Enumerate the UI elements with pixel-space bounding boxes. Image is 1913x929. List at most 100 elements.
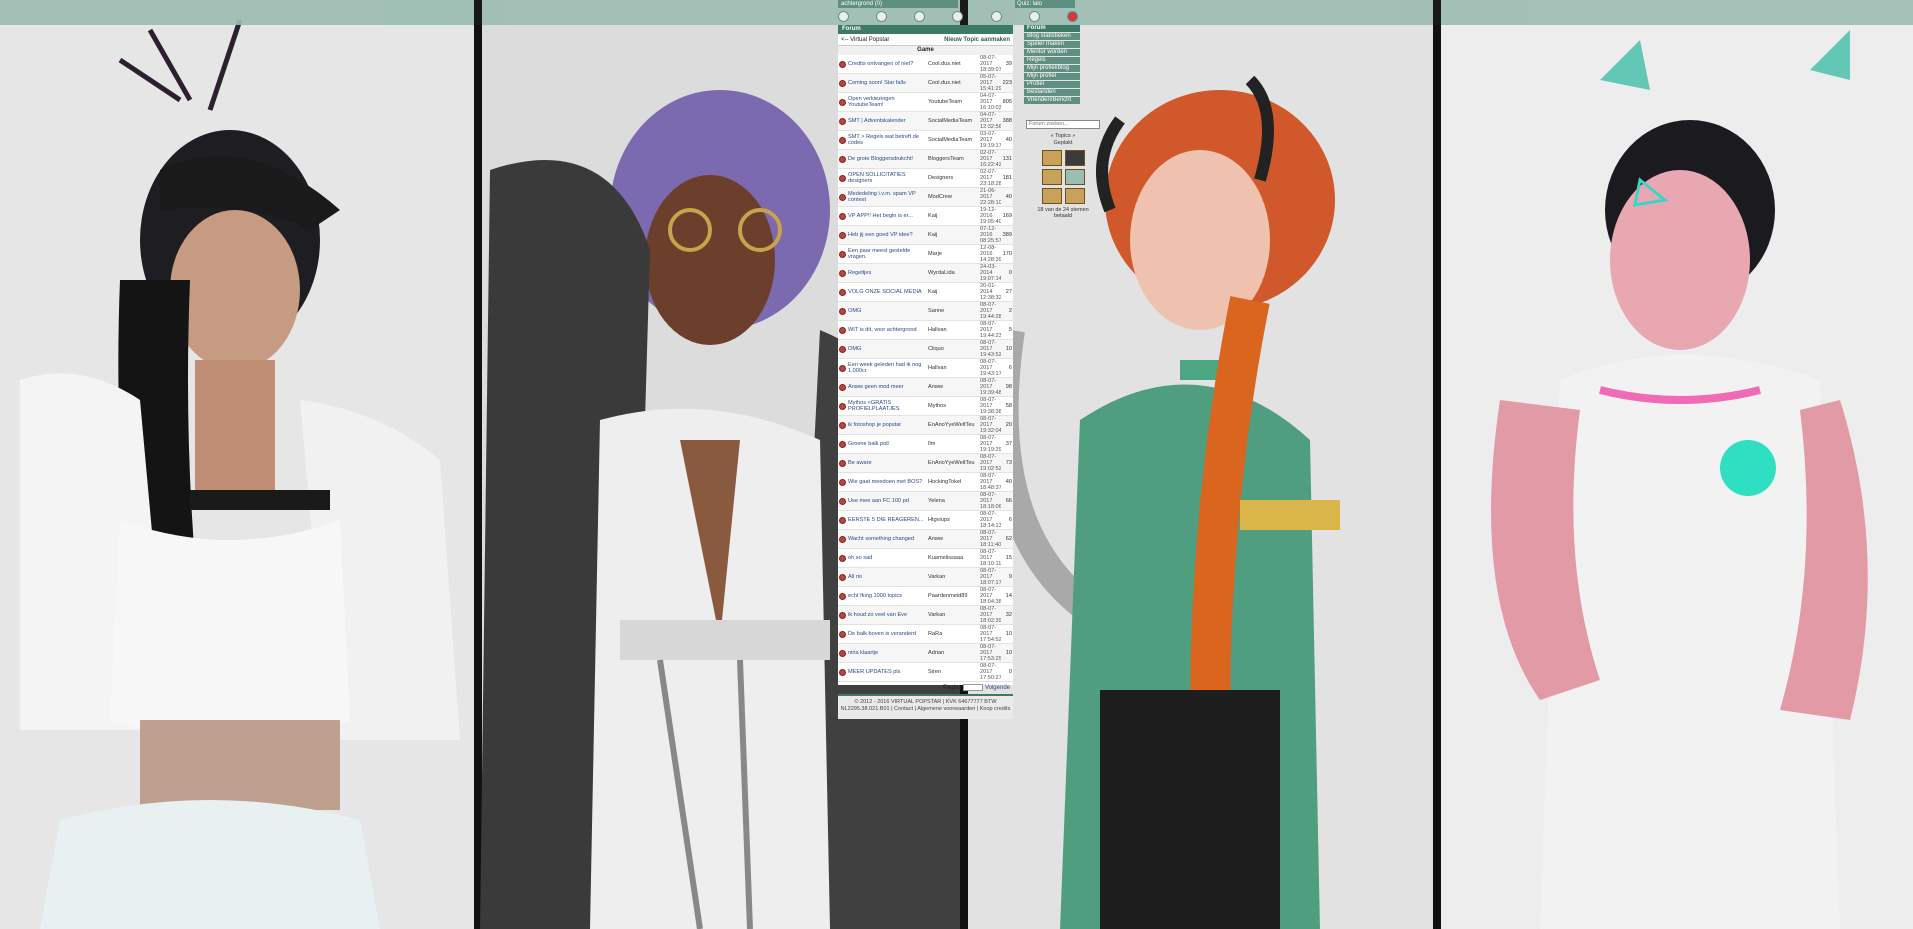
table-row[interactable]: SMT > Regels wat betreft de codes SocialM… <box>838 130 1013 150</box>
topic-author[interactable]: YoutubeTeam <box>927 92 979 112</box>
thumbnail[interactable] <box>1064 150 1085 166</box>
table-row[interactable]: WIT is dit, voor achtergrond Hallvan 08-07… <box>838 320 1013 340</box>
topic-author[interactable]: Kaij <box>927 225 979 245</box>
topic-title[interactable]: nina klaartje <box>847 643 927 663</box>
table-row[interactable]: Wacht something changed Anww 08-07-2017 18… <box>838 529 1013 549</box>
sidebar-item[interactable]: Speler maken <box>1024 41 1080 48</box>
topic-title[interactable]: Groene balk poll <box>847 434 927 454</box>
topic-title[interactable]: De balk boven is veranderd <box>847 624 927 644</box>
thumbnail[interactable] <box>1064 169 1085 185</box>
topic-title[interactable]: EERSTE 5 DIE REAGEREN... <box>847 510 927 530</box>
table-row[interactable]: Mythos <GRATIS PROFIELPLAATJES Mythos 08-0… <box>838 396 1013 416</box>
sidebar-item[interactable]: Bestanden <box>1024 89 1080 96</box>
topic-author[interactable]: BloggersTeam <box>927 149 979 169</box>
topic-title[interactable]: Wacht something changed <box>847 529 927 549</box>
table-row[interactable]: Coming soon! Star falls Cool.dus.niet 05-0… <box>838 73 1013 93</box>
topic-title[interactable]: Open verkiezingen YoutubeTeam! <box>847 92 927 112</box>
table-row[interactable]: VOLG ONZE SOCIAL MEDIA Kaij 20-01-2014 12:… <box>838 282 1013 302</box>
next-page-link[interactable]: Volgende <box>985 685 1010 691</box>
table-row[interactable]: EERSTE 5 DIE REAGEREN... Htgviups 08-07-20… <box>838 510 1013 530</box>
topic-title[interactable]: Regeltjes <box>847 263 927 283</box>
topic-author[interactable]: WyrdaLida <box>927 263 979 283</box>
new-topic-button[interactable]: Nieuw Topic aanmaken <box>944 34 1010 45</box>
topic-title[interactable]: Mythos <GRATIS PROFIELPLAATJES <box>847 396 927 416</box>
topic-author[interactable]: Cool.dus.niet <box>927 73 979 93</box>
topic-title[interactable]: Credits ontvangen of niet? <box>847 55 927 74</box>
topic-author[interactable]: Sanne <box>927 301 979 321</box>
forum-icon[interactable] <box>990 11 1002 22</box>
topics-sub-label[interactable]: Geplakt <box>1030 140 1096 147</box>
message-icon[interactable] <box>914 11 926 22</box>
topic-author[interactable]: Anww <box>927 377 979 397</box>
table-row[interactable]: De balk boven is veranderd RaRa 08-07-2017… <box>838 624 1013 644</box>
topic-title[interactable]: Mededeling i.v.m. spam VP contest <box>847 187 927 207</box>
quiz-label[interactable]: Quiz: lalo <box>1015 0 1075 8</box>
topic-author[interactable]: Varkan <box>927 567 979 587</box>
topic-author[interactable]: EnAnoYyeWeltTeu <box>927 453 979 473</box>
topic-author[interactable]: Htgviups <box>927 510 979 530</box>
table-row[interactable]: OMG Cliquo 08-07-2017 19:43:52 10 <box>838 339 1013 359</box>
forum-search-input[interactable]: Forum zoeken... <box>1026 120 1100 129</box>
table-row[interactable]: MEER UPDATES pls Siren 08-07-2017 17:50:27… <box>838 662 1013 682</box>
topic-author[interactable]: Kuamelissaaa <box>927 548 979 568</box>
sidebar-item[interactable]: Mijn profiel <box>1024 73 1080 80</box>
table-row[interactable]: Wie gaat meedoen met BOS? HockingTokel 08-… <box>838 472 1013 492</box>
topic-author[interactable]: Kaij <box>927 206 979 226</box>
topic-author[interactable]: Marje <box>927 244 979 264</box>
topic-author[interactable]: Siren <box>927 662 979 682</box>
topic-author[interactable]: Hallvan <box>927 320 979 340</box>
topic-title[interactable]: VP APP!! Het begin is er... <box>847 206 927 226</box>
table-row[interactable]: ik houd zo veel van Eve Varkan 08-07-2017 … <box>838 605 1013 625</box>
table-row[interactable]: Een paar meest gestelde vragen. Marje 12-0… <box>838 244 1013 264</box>
topic-title[interactable]: WIT is dit, voor achtergrond <box>847 320 927 340</box>
sidebar-item[interactable]: Blog statistieken <box>1024 33 1080 40</box>
topic-title[interactable]: ik houd zo veel van Eve <box>847 605 927 625</box>
sidebar-item[interactable]: Mentor worden <box>1024 49 1080 56</box>
sidebar-item[interactable]: Profiel <box>1024 81 1080 88</box>
table-row[interactable]: OPEN SOLLICITATIES designers Designers 02-… <box>838 168 1013 188</box>
breadcrumb-back-link[interactable]: <-- Virtual Popstar <box>841 34 889 45</box>
topic-author[interactable]: Cliquo <box>927 339 979 359</box>
topic-title[interactable]: Een paar meest gestelde vragen. <box>847 244 927 264</box>
topic-title[interactable]: De grote Bloggersdrukcht! <box>847 149 927 169</box>
topic-title[interactable]: OPEN SOLLICITATIES designers <box>847 168 927 188</box>
topic-title[interactable]: VOLG ONZE SOCIAL MEDIA <box>847 282 927 302</box>
table-row[interactable]: SMT | Adventskalender SocialMediaTeam 04-0… <box>838 111 1013 131</box>
topic-author[interactable]: Mythos <box>927 396 979 416</box>
table-row[interactable]: Heb jij een goed VP idee? Kaij 07-12-2016 … <box>838 225 1013 245</box>
table-row[interactable]: Anww geen mod meer Anww 08-07-2017 19:39:4… <box>838 377 1013 397</box>
topic-author[interactable]: Adrian <box>927 643 979 663</box>
table-row[interactable]: Een week geleden had ik nog 1.000cr Hallv… <box>838 358 1013 378</box>
thumbnail[interactable] <box>1041 150 1062 166</box>
topic-title[interactable]: All rio <box>847 567 927 587</box>
table-row[interactable]: Open verkiezingen YoutubeTeam! YoutubeTea… <box>838 92 1013 112</box>
thumbnail[interactable] <box>1064 188 1085 204</box>
table-row[interactable]: De grote Bloggersdrukcht! BloggersTeam 02-… <box>838 149 1013 169</box>
shop-icon[interactable] <box>1028 11 1040 22</box>
topic-author[interactable]: SocialMediaTeam <box>927 130 979 150</box>
thumbnail[interactable] <box>1041 188 1062 204</box>
table-row[interactable]: Mededeling i.v.m. spam VP contest ModCrew… <box>838 187 1013 207</box>
topic-author[interactable]: SocialMediaTeam <box>927 111 979 131</box>
table-row[interactable]: All rio Varkan 08-07-2017 18:07:17 9 <box>838 567 1013 587</box>
topic-title[interactable]: ik fotoshop je popstar <box>847 415 927 435</box>
topic-title[interactable]: Een week geleden had ik nog 1.000cr <box>847 358 927 378</box>
table-row[interactable]: Regeltjes WyrdaLida 24-03-2014 19:07:14 0 <box>838 263 1013 283</box>
topic-title[interactable]: MEER UPDATES pls <box>847 662 927 682</box>
topic-title[interactable]: SMT | Adventskalender <box>847 111 927 131</box>
topic-author[interactable]: RaRa <box>927 624 979 644</box>
thumbnail[interactable] <box>1041 169 1062 185</box>
topic-title[interactable]: OMG <box>847 339 927 359</box>
table-row[interactable]: Credits ontvangen of niet? Cool.dus.niet 0… <box>838 55 1013 74</box>
topic-author[interactable]: EnAnoYyeWeltTeu <box>927 415 979 435</box>
topic-title[interactable]: Use mee aan FC 100 pd <box>847 491 927 511</box>
table-row[interactable]: VP APP!! Het begin is er... Kaij 19-12-201… <box>838 206 1013 226</box>
topic-title[interactable]: Coming soon! Star falls <box>847 73 927 93</box>
topic-title[interactable]: Be aware <box>847 453 927 473</box>
table-row[interactable]: ik fotoshop je popstar EnAnoYyeWeltTeu 08-… <box>838 415 1013 435</box>
table-row[interactable]: Be aware EnAnoYyeWeltTeu 08-07-2017 19:02:… <box>838 453 1013 473</box>
table-row[interactable]: oh so sad Kuamelissaaa 08-07-2017 18:10:11… <box>838 548 1013 568</box>
topic-author[interactable]: Hallvan <box>927 358 979 378</box>
topic-author[interactable]: HockingTokel <box>927 472 979 492</box>
page-input[interactable] <box>963 683 984 691</box>
